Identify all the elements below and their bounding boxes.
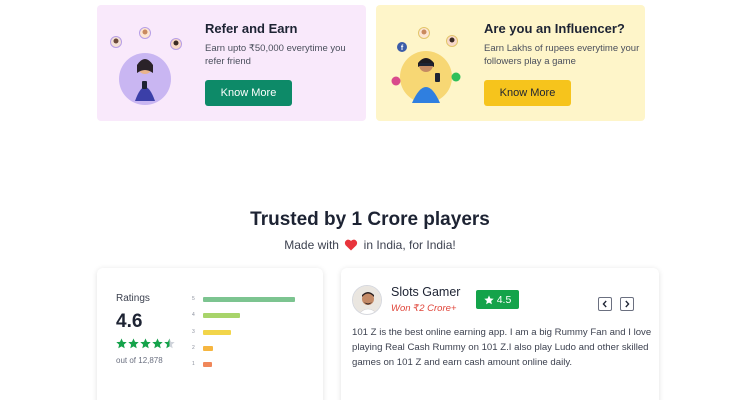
rating-bar-row: 4 [192,310,312,320]
previous-review-button[interactable] [598,297,612,311]
star-icon [152,338,163,349]
reviewer-winnings: Won ₹2 Crore+ [391,303,457,314]
avatar [352,285,382,315]
promo-description: Earn Lakhs of rupees everytime your foll… [484,43,640,67]
ratings-label: Ratings [116,293,150,304]
section-title: Trusted by 1 Crore players [250,209,490,230]
promo-title: Are you an Influencer? [484,21,625,36]
refer-illustration [110,27,182,105]
rating-value: 4.6 [116,311,143,332]
next-review-button[interactable] [620,297,634,311]
star-icon [128,338,139,349]
influencer-card: f Are you an Influencer? Earn Lakhs of r… [376,5,645,121]
review-card: Slots Gamer Won ₹2 Crore+ 4.5 101 Z is t… [341,268,659,400]
reviewer-name: Slots Gamer [391,285,461,299]
star-icon [164,338,175,349]
rating-bar-label: 2 [192,344,195,351]
promo-title: Refer and Earn [205,21,298,36]
rating-bar-fill [203,297,295,302]
ratings-count: out of 12,878 [116,356,163,365]
promo-description: Earn upto ₹50,000 everytime you refer fr… [205,43,346,67]
rating-bar-fill [203,345,213,351]
influencer-illustration: f [391,27,461,103]
rating-bar-row: 3 [192,327,312,337]
review-text: 101 Z is the best online earning app. I … [352,327,652,368]
rating-bar-fill [203,362,212,368]
made-with-suffix: in India, for India! [363,238,456,252]
rating-bar-fill [203,329,232,335]
star-icon [116,338,127,349]
star-icon [483,294,494,304]
ratings-card: Ratings 4.6 out of 12,878 5 4 3 2 1 [97,268,323,400]
made-with-prefix: Made with [284,238,339,252]
rating-bar-row: 5 [192,294,312,304]
rating-bar-label: 3 [192,328,195,335]
review-score-badge: 4.5 [476,290,519,309]
refer-know-more-button[interactable]: Know More [205,80,292,106]
rating-bar-row: 2 [192,343,312,353]
influencer-know-more-button[interactable]: Know More [484,80,571,106]
rating-bar-row: 1 [192,359,312,369]
rating-bar-label: 5 [192,296,195,302]
made-with-tagline: Made with in India, for India! [0,238,740,252]
rating-distribution: 5 4 3 2 1 [192,294,312,375]
rating-bar-label: 4 [192,312,195,319]
chevron-right-icon [625,300,630,308]
refer-earn-card: Refer and Earn Earn upto ₹50,000 everyti… [97,5,366,121]
rating-stars [116,338,175,349]
star-icon [140,338,151,349]
rating-bar-label: 1 [192,361,195,368]
heart-icon [345,239,358,251]
chevron-left-icon [602,300,607,308]
rating-bar-fill [203,313,240,319]
review-score: 4.5 [496,293,512,306]
